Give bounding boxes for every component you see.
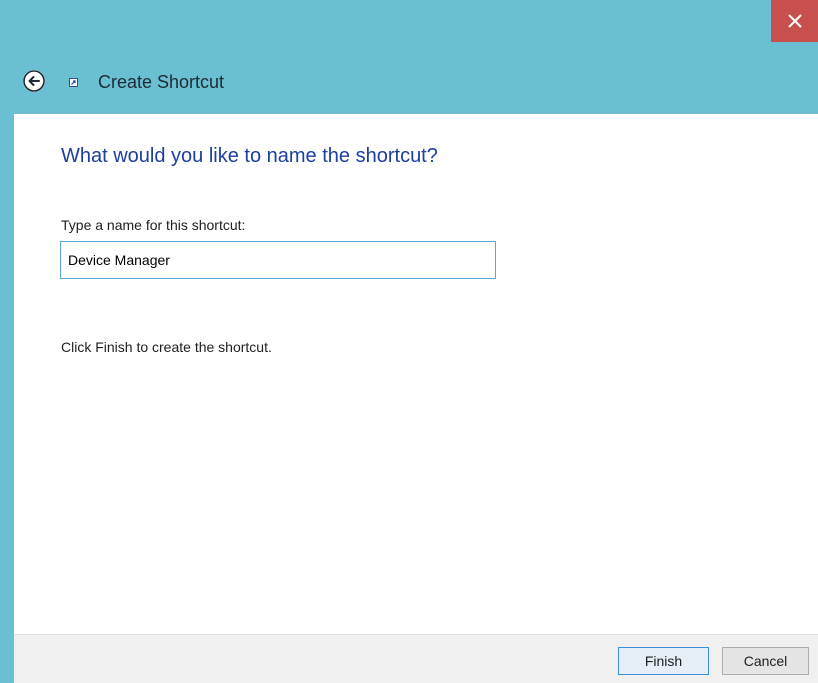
shortcut-name-input[interactable] xyxy=(60,241,496,279)
shortcut-name-label: Type a name for this shortcut: xyxy=(61,217,246,233)
close-button[interactable] xyxy=(771,0,818,42)
create-shortcut-window: Create Shortcut What would you like to n… xyxy=(0,0,818,683)
button-bar: Finish Cancel xyxy=(14,634,818,683)
close-icon xyxy=(787,14,802,28)
back-arrow-icon xyxy=(23,70,45,92)
window-title: Create Shortcut xyxy=(98,72,225,92)
back-button[interactable] xyxy=(23,70,45,92)
wizard-content: What would you like to name the shortcut… xyxy=(14,114,818,634)
title-bar: Create Shortcut xyxy=(0,0,818,114)
finish-button[interactable]: Finish xyxy=(618,647,709,675)
finish-hint-text: Click Finish to create the shortcut. xyxy=(61,339,272,355)
cancel-button[interactable]: Cancel xyxy=(722,647,809,675)
shortcut-icon xyxy=(69,78,78,87)
page-heading: What would you like to name the shortcut… xyxy=(61,145,438,167)
